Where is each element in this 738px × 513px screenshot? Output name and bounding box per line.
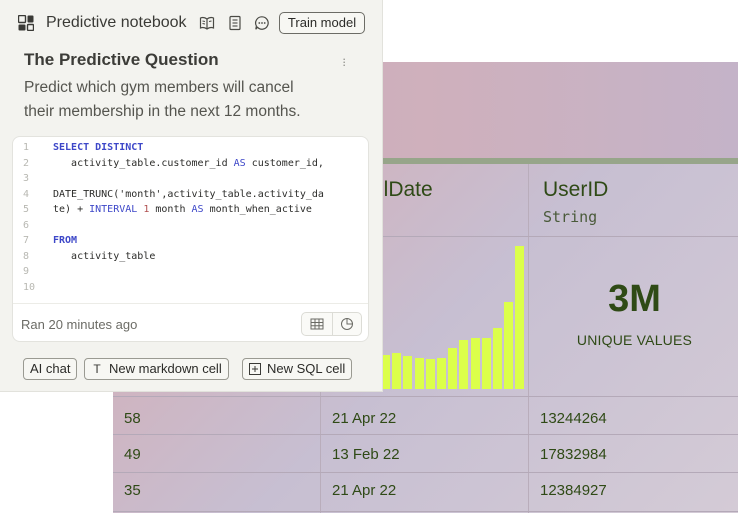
pie-chart-icon[interactable] (340, 317, 354, 331)
table-icon[interactable] (310, 317, 324, 331)
table-cell: 13 Feb 22 (332, 446, 400, 463)
line-number: 8 (23, 250, 30, 262)
code-line: 1 SELECT DISTINCT (23, 142, 144, 153)
row-divider (113, 434, 738, 435)
code-line: 9 (13, 266, 368, 282)
notebook-title: Predictive notebook (46, 14, 187, 31)
line-number: 6 (23, 219, 30, 231)
ai-chat-button[interactable]: AI chat (23, 358, 78, 380)
date-histogram (381, 246, 526, 389)
line-number: 7 (23, 235, 30, 246)
column-divider (528, 164, 529, 513)
histogram-bar (504, 302, 513, 389)
code-line: 10 (13, 282, 368, 298)
table-cell: 21 Apr 22 (332, 482, 397, 499)
notebook-logo-icon (18, 15, 34, 31)
column-type: String (543, 208, 598, 226)
histogram-bar (515, 246, 524, 389)
document-icon[interactable] (227, 15, 243, 31)
table-cell: 49 (124, 446, 141, 463)
table-cell: 12384927 (540, 482, 607, 499)
line-number: 4 (23, 188, 30, 200)
new-markdown-label: New markdown cell (109, 361, 222, 376)
histogram-bar (437, 358, 446, 389)
chat-bubble-icon[interactable] (254, 15, 270, 31)
unique-count-label: UNIQUE VALUES (576, 332, 693, 348)
question-description: Predict which gym members will cancel th… (24, 79, 301, 120)
code-line: 2 activity_table.customer_id AS customer… (23, 157, 324, 169)
more-vertical-icon[interactable]: · · · (342, 52, 346, 71)
histogram-bar (415, 358, 424, 389)
table-cell: 13244264 (540, 410, 607, 427)
histogram-bar (426, 359, 435, 389)
table-cell: 21 Apr 22 (332, 410, 397, 427)
code-line: 6 (13, 220, 368, 236)
sql-cell[interactable]: 1 SELECT DISTINCT 2 activity_table.custom… (12, 136, 369, 342)
histogram-bar (459, 340, 468, 389)
code-line: 8 activity_table (23, 250, 156, 262)
line-number: 10 (23, 281, 36, 293)
book-icon[interactable] (199, 15, 215, 31)
toggle-divider (332, 313, 333, 335)
histogram-bar (392, 353, 401, 389)
question-title: The Predictive Question (24, 50, 219, 69)
code-line: 7 FROM (23, 235, 78, 246)
table-cell: 17832984 (540, 446, 607, 463)
sql-editor[interactable]: 1 SELECT DISTINCT 2 activity_table.custom… (13, 142, 368, 297)
line-number: 1 (23, 142, 30, 153)
row-divider (113, 511, 738, 512)
run-status: Ran 20 minutes ago (21, 317, 138, 332)
new-markdown-cell-button[interactable]: T New markdown cell (84, 358, 229, 380)
row-divider (113, 472, 738, 473)
code-line: 3 (13, 173, 368, 189)
column-name: UserID (543, 178, 609, 201)
plus-square-icon (249, 363, 261, 375)
new-sql-label: New SQL cell (267, 361, 346, 376)
table-cell: 35 (124, 482, 141, 499)
code-line: 5 te) + INTERVAL 1 month AS month_when_ac… (23, 204, 312, 215)
histogram-bar (448, 348, 457, 389)
line-number: 2 (23, 157, 30, 169)
unique-count-value: 3M (608, 278, 661, 320)
column-name: llDate (379, 178, 433, 201)
sql-cell-footer: Ran 20 minutes ago (13, 303, 368, 341)
line-number: 3 (23, 173, 30, 184)
train-model-button[interactable]: Train model (279, 12, 365, 34)
histogram-bar (403, 356, 412, 389)
row-divider (113, 396, 738, 397)
line-number: 5 (23, 204, 30, 215)
ai-chat-label: AI chat (30, 361, 71, 376)
line-number: 9 (23, 266, 30, 277)
code-line: 4 DATE_TRUNC('month',activity_table.activ… (23, 188, 324, 200)
table-cell: 58 (124, 410, 141, 427)
histogram-bar (493, 328, 502, 389)
histogram-bar (482, 338, 491, 389)
notebook-panel: Predictive notebook Train model The Pred… (0, 0, 383, 392)
text-t-icon: T (93, 362, 101, 376)
histogram-bar (471, 338, 480, 389)
new-sql-cell-button[interactable]: New SQL cell (242, 358, 353, 380)
view-toggle-group (301, 312, 362, 336)
